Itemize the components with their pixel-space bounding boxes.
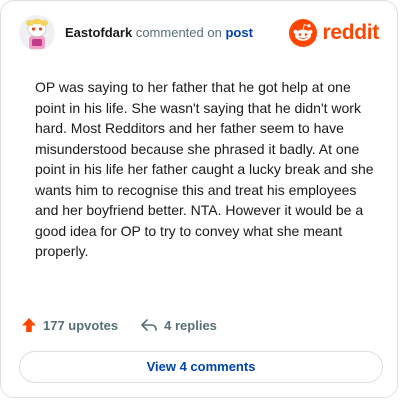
comment-body: OP was saying to her father that he got … xyxy=(35,79,374,259)
reply-arrow-icon xyxy=(141,319,157,331)
upvotes-stat[interactable]: 177 upvotes xyxy=(21,317,118,333)
comment-card: Eastofdark commented on post reddit OP w… xyxy=(0,0,398,398)
snoo-avatar-icon[interactable] xyxy=(19,15,55,51)
post-link[interactable]: post xyxy=(225,25,252,40)
byline-action-text: commented on xyxy=(135,25,222,40)
comment-stats: 177 upvotes 4 replies xyxy=(21,317,217,333)
replies-stat[interactable]: 4 replies xyxy=(140,317,217,333)
reddit-brand[interactable]: reddit xyxy=(289,19,379,47)
view-comments-button[interactable]: View 4 comments xyxy=(19,351,383,383)
reddit-wordmark: reddit xyxy=(322,21,379,44)
upvote-arrow-icon xyxy=(22,318,36,332)
byline: Eastofdark commented on post xyxy=(65,25,253,41)
username-link[interactable]: Eastofdark xyxy=(65,25,132,40)
reddit-snoo-icon xyxy=(289,19,318,47)
comment-header: Eastofdark commented on post xyxy=(19,15,253,51)
replies-count: 4 replies xyxy=(164,317,217,333)
upvotes-count: 177 upvotes xyxy=(43,317,119,333)
